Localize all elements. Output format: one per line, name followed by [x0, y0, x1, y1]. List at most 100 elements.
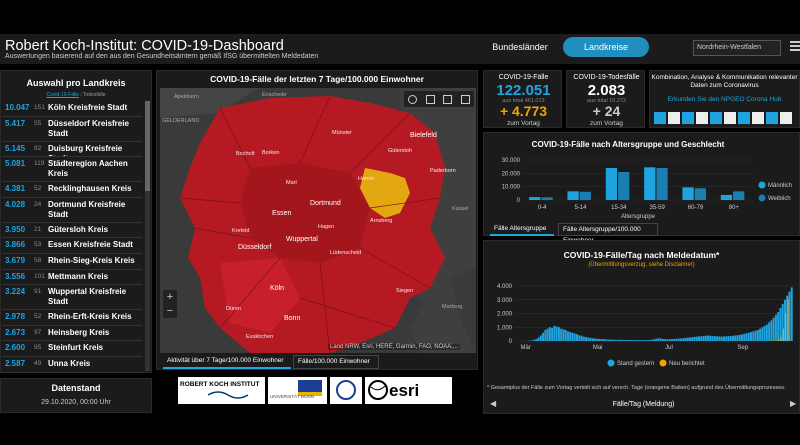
hub-icon-1[interactable]: [654, 112, 666, 124]
daily-bar[interactable]: [666, 339, 669, 341]
daily-bar[interactable]: [551, 327, 554, 341]
daily-bar[interactable]: [546, 328, 549, 341]
map-layers-icon[interactable]: [443, 94, 453, 104]
hub-icon-9[interactable]: [766, 112, 778, 124]
hub-icon-5[interactable]: [710, 112, 722, 124]
zoom-in-icon[interactable]: +: [163, 290, 177, 304]
tab-cases[interactable]: Covid-19-Fälle: [46, 92, 79, 98]
daily-bar[interactable]: [566, 331, 569, 341]
uni-bonn-logo[interactable]: UNIVERSITÄT BONN: [268, 377, 328, 404]
rki-logo[interactable]: ROBERT KOCH INSTITUT: [178, 377, 266, 404]
daily-bar[interactable]: [664, 339, 667, 341]
daily-bar[interactable]: [661, 338, 664, 341]
list-item[interactable]: 2.673 97 Heinsberg Kreis: [2, 326, 142, 342]
daily-bar[interactable]: [628, 340, 630, 341]
daily-bar[interactable]: [750, 332, 753, 341]
daily-bar[interactable]: [707, 335, 710, 342]
daily-bar[interactable]: [763, 325, 766, 341]
daily-bar[interactable]: [777, 312, 780, 341]
npgeo-hub-link[interactable]: Erkunden Sie den NPGEO Corona Hub: [651, 96, 798, 103]
daily-bar[interactable]: [587, 337, 590, 341]
chevron-right-icon[interactable]: ▶: [790, 399, 796, 408]
daily-bar[interactable]: [704, 335, 707, 341]
daily-bar[interactable]: [555, 326, 558, 341]
landkreise-button[interactable]: Landkreise: [563, 37, 649, 57]
daily-bar[interactable]: [713, 336, 716, 341]
daily-bar[interactable]: [677, 338, 680, 341]
daily-bar[interactable]: [535, 338, 538, 341]
hub-icon-10[interactable]: [780, 112, 792, 124]
daily-bar[interactable]: [591, 338, 594, 341]
daily-bar[interactable]: [625, 339, 628, 341]
daily-bar[interactable]: [788, 291, 791, 342]
daily-bar[interactable]: [689, 337, 691, 341]
daily-bar[interactable]: [731, 335, 734, 341]
daily-bar[interactable]: [790, 287, 793, 341]
age-tab-cases[interactable]: Fälle Altersgruppe: [490, 223, 554, 236]
hub-icon-2[interactable]: [668, 112, 680, 124]
zoom-out-icon[interactable]: −: [163, 304, 177, 318]
daily-bar[interactable]: [673, 338, 676, 341]
age-bar[interactable]: [656, 168, 668, 200]
daily-bar[interactable]: [765, 324, 768, 342]
daily-bar[interactable]: [718, 336, 721, 341]
list-item[interactable]: 2.978 52 Rhein-Erft-Kreis Kreis: [2, 310, 142, 326]
daily-bar[interactable]: [747, 332, 750, 341]
daily-bar[interactable]: [530, 340, 533, 341]
daily-bar[interactable]: [569, 332, 572, 341]
daily-bar[interactable]: [553, 325, 556, 341]
daily-bar[interactable]: [774, 314, 777, 341]
npgeo-logo[interactable]: [330, 377, 362, 404]
daily-bar[interactable]: [655, 338, 658, 341]
daily-bar-new[interactable]: [785, 313, 787, 342]
daily-bar-new[interactable]: [787, 299, 789, 341]
map-search-icon[interactable]: [408, 94, 418, 104]
list-scrollbar-thumb[interactable]: [145, 101, 150, 191]
daily-bar[interactable]: [637, 340, 640, 341]
daily-bar[interactable]: [734, 335, 737, 342]
daily-bar[interactable]: [679, 338, 682, 341]
daily-bar[interactable]: [576, 334, 578, 341]
map-bookmark-icon[interactable]: [425, 94, 435, 104]
daily-bar[interactable]: [727, 336, 730, 341]
hub-icon-7[interactable]: [738, 112, 750, 124]
daily-bar[interactable]: [743, 333, 746, 341]
daily-bar[interactable]: [585, 337, 588, 341]
daily-bar[interactable]: [589, 337, 592, 341]
map[interactable]: Apeldoorn Enschede GELDERLAND Bielefeld …: [160, 88, 476, 353]
daily-bar[interactable]: [772, 317, 775, 341]
bundeslaender-button[interactable]: Bundesländer: [487, 38, 553, 56]
daily-bar[interactable]: [632, 340, 635, 341]
daily-bar[interactable]: [603, 339, 606, 341]
esri-logo[interactable]: esri: [364, 377, 452, 404]
region-select[interactable]: Nordrhein-Westfalen: [693, 40, 781, 56]
daily-bar[interactable]: [675, 338, 678, 341]
list-item[interactable]: 5.417 55 Düsseldorf Kreisfreie Stadt: [2, 117, 142, 142]
daily-bar[interactable]: [646, 340, 649, 341]
daily-bar[interactable]: [612, 339, 615, 341]
daily-bar[interactable]: [539, 335, 542, 342]
daily-bar[interactable]: [621, 339, 624, 341]
daily-bar[interactable]: [578, 335, 581, 341]
daily-bar[interactable]: [614, 339, 617, 341]
daily-bar[interactable]: [670, 339, 673, 341]
age-bar[interactable]: [618, 172, 630, 200]
age-bar[interactable]: [682, 187, 694, 200]
daily-bar-new[interactable]: [778, 339, 780, 341]
age-bar[interactable]: [605, 168, 618, 200]
daily-bar[interactable]: [544, 330, 547, 341]
daily-bar[interactable]: [607, 339, 610, 341]
daily-bar[interactable]: [770, 320, 773, 341]
daily-bar[interactable]: [560, 328, 563, 341]
daily-bar[interactable]: [698, 336, 701, 341]
daily-bar[interactable]: [691, 337, 694, 341]
age-bar[interactable]: [579, 191, 591, 200]
daily-bar[interactable]: [668, 339, 671, 341]
list-item[interactable]: 3.224 91 Wuppertal Kreisfreie Stadt: [2, 285, 142, 311]
chevron-left-icon[interactable]: ◀: [490, 399, 496, 408]
age-bar[interactable]: [567, 191, 579, 200]
daily-bar[interactable]: [695, 336, 698, 341]
list-item[interactable]: 4.028 24 Dortmund Kreisfreie Stadt: [2, 198, 142, 223]
daily-bar[interactable]: [752, 331, 755, 341]
daily-bar[interactable]: [634, 340, 637, 341]
